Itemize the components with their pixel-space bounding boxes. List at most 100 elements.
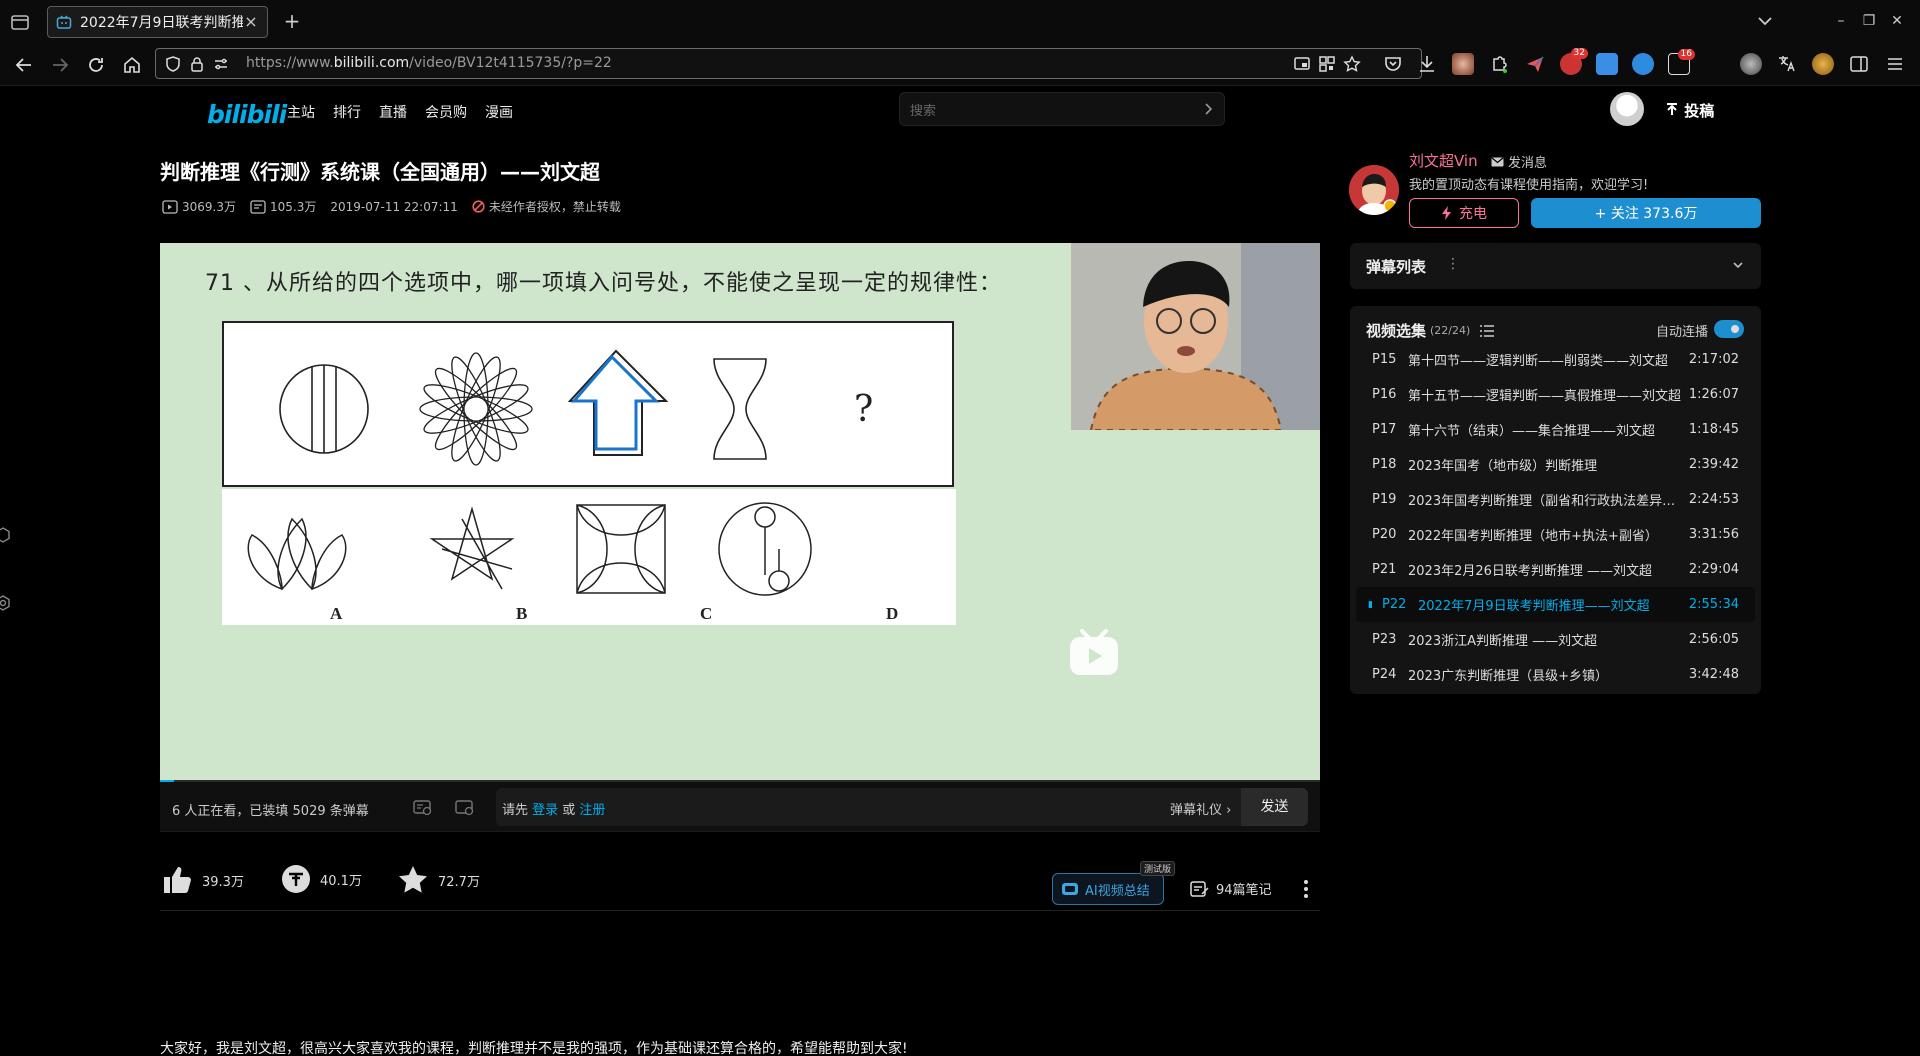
danmaku-list-panel[interactable]: 弹幕列表 ⋮	[1350, 243, 1761, 289]
nav-shop[interactable]: 会员购	[425, 102, 467, 122]
cube-icon[interactable]	[0, 526, 12, 544]
ai-summary-button[interactable]: AI视频总结	[1052, 873, 1164, 905]
more-icon[interactable]	[1303, 879, 1309, 899]
like-button[interactable]: 39.3万	[160, 863, 244, 897]
charge-button[interactable]: 充电	[1409, 198, 1519, 228]
episode-duration: 2:56:05	[1688, 632, 1739, 647]
shield-icon[interactable]	[164, 55, 182, 73]
follow-button[interactable]: + 关注 373.6万	[1531, 198, 1761, 228]
video-title: 判断推理《行测》系统课（全国通用）——刘文超	[160, 160, 600, 184]
favorite-button[interactable]: 72.7万	[396, 863, 480, 897]
login-prompt: 请先 登录 或 注册	[502, 803, 606, 818]
uploader-avatar[interactable]	[1349, 165, 1399, 215]
autoplay-toggle[interactable]	[1714, 320, 1744, 338]
notes-button[interactable]: 94篇笔记	[1190, 879, 1272, 898]
playlist-item[interactable]: P19 2023年国考判断推理（副省和行政执法差异题… 2:24:53	[1356, 482, 1755, 517]
playlist-item[interactable]: P21 2023年2月26日联考判断推理 ——刘文超 2:29:04	[1356, 552, 1755, 587]
chevron-down-icon[interactable]	[1731, 258, 1745, 272]
playlist-items: P15 第十四节——逻辑判断——削弱类——刘文超 2:17:02 P16 第十五节——逻…	[1350, 342, 1761, 692]
pocket-icon[interactable]	[1382, 53, 1404, 75]
playlist-item[interactable]: P18 2023年国考（地市级）判断推理 2:39:42	[1356, 447, 1755, 482]
bookmark-star-icon[interactable]	[1343, 55, 1361, 73]
picture-in-picture-icon[interactable]	[1293, 55, 1311, 73]
send-extension-icon[interactable]	[1524, 53, 1546, 75]
nav-live[interactable]: 直播	[379, 102, 407, 122]
forbidden-icon	[472, 200, 485, 213]
chevron-down-icon[interactable]	[1754, 10, 1776, 32]
translate-icon[interactable]	[1776, 53, 1798, 75]
danmaku-settings-icon[interactable]	[454, 797, 474, 817]
window-close-icon[interactable]: ✕	[1886, 10, 1908, 32]
coin-button[interactable]: 40.1万	[280, 863, 362, 895]
cookie-extension-icon[interactable]	[1812, 53, 1834, 75]
beta-badge: 测试版	[1140, 861, 1176, 876]
bilibili-logo[interactable]: bilibili	[207, 100, 287, 129]
adblock-extension-icon[interactable]: 32	[1560, 48, 1588, 75]
restore-icon[interactable]: ❐	[1858, 10, 1880, 32]
lock-icon[interactable]	[188, 55, 206, 73]
chevron-right-icon[interactable]	[1200, 101, 1216, 117]
episode-number: P17	[1372, 422, 1397, 437]
danmaku-input[interactable]: 请先 登录 或 注册 弹幕礼仪 › 发送	[496, 788, 1308, 826]
send-button[interactable]: 发送	[1241, 788, 1308, 826]
search-extension-icon[interactable]	[1596, 53, 1618, 75]
video-player[interactable]: 71 、从所给的四个选项中，哪一项填入问号处，不能使之呈现一定的规律性： ? A…	[160, 243, 1320, 780]
home-icon[interactable]	[120, 53, 144, 77]
nav-ranking[interactable]: 排行	[333, 102, 361, 122]
playlist-item[interactable]: P23 2023浙江A判断推理 ——刘文超 2:56:05	[1356, 622, 1755, 657]
playlist-item[interactable]: P20 2022年国考判断推理（地市+执法+副省） 3:31:56	[1356, 517, 1755, 552]
list-icon[interactable]	[1480, 324, 1495, 337]
hexagon-icon[interactable]	[0, 594, 12, 612]
search-input[interactable]	[910, 99, 1190, 121]
bilibili-page: bilibili 主站 排行 直播 会员购 漫画 投稿 判断推理《行测》系统课（…	[0, 86, 1920, 1056]
episode-title: 2023年国考（地市级）判断推理	[1408, 459, 1598, 474]
danmaku-etiquette-link[interactable]: 弹幕礼仪 ›	[1170, 799, 1231, 818]
new-tab-button[interactable]: +	[280, 10, 304, 34]
minimize-icon[interactable]: –	[1830, 10, 1852, 32]
lightning-icon	[1442, 206, 1451, 220]
back-icon[interactable]	[12, 53, 36, 77]
episode-title: 第十四节——逻辑判断——削弱类——刘文超	[1408, 354, 1669, 369]
playlist-item[interactable]: P15 第十四节——逻辑判断——削弱类——刘文超 2:17:02	[1356, 342, 1755, 377]
register-link[interactable]: 注册	[579, 803, 605, 818]
episode-title: 2022年国考判断推理（地市+执法+副省）	[1408, 529, 1658, 544]
browser-tab-active[interactable]: 2022年7月9日联考判断推 ×	[47, 6, 268, 38]
option-b-figure	[429, 506, 515, 590]
tab-list-icon[interactable]	[8, 10, 32, 34]
puzzle-extension-icon[interactable]	[1488, 53, 1510, 75]
publish-date: 2019-07-11 22:07:11	[330, 199, 458, 214]
danmaku-toggle-icon[interactable]	[412, 797, 432, 817]
profile-extension-icon[interactable]	[1452, 53, 1474, 75]
send-message-link[interactable]: 发消息	[1491, 152, 1547, 171]
menu-icon[interactable]	[1884, 53, 1906, 75]
pen-extension-icon[interactable]	[1632, 53, 1654, 75]
video-description: 大家好，我是刘文超，很高兴大家喜欢我的课程，判断推理并不是我的强项，作为基础课还…	[160, 1041, 908, 1056]
option-b-label: B	[516, 604, 527, 623]
playlist-item[interactable]: P24 2023广东判断推理（县级+乡镇） 3:42:48	[1356, 657, 1755, 692]
playlist-item[interactable]: P16 第十五节——逻辑判断——真假推理——刘文超 1:26:07	[1356, 377, 1755, 412]
episode-duration: 2:39:42	[1688, 457, 1739, 472]
qr-code-icon[interactable]	[1318, 55, 1336, 73]
upload-icon	[1667, 103, 1677, 115]
nav-manga[interactable]: 漫画	[485, 102, 513, 122]
danmaku-icon	[250, 199, 266, 214]
upload-button[interactable]: 投稿	[1665, 100, 1714, 121]
playlist-item[interactable]: ▮ P22 2022年7月9日联考判断推理——刘文超 2:55:34	[1356, 587, 1755, 622]
sidebar-icon[interactable]	[1848, 53, 1870, 75]
playlist-item[interactable]: P17 第十六节（结束）——集合推理——刘文超 1:18:45	[1356, 412, 1755, 447]
reload-icon[interactable]	[84, 53, 108, 77]
forward-icon[interactable]	[48, 53, 72, 77]
uploader-name[interactable]: 刘文超Vin	[1409, 150, 1478, 171]
record-extension-icon[interactable]: 16	[1668, 49, 1695, 75]
more-vertical-icon[interactable]: ⋮	[1446, 256, 1460, 272]
tab-close-icon[interactable]: ×	[243, 14, 259, 30]
nav-main[interactable]: 主站	[287, 102, 315, 122]
tab-title: 2022年7月9日联考判断推	[80, 15, 243, 31]
glasses-extension-icon[interactable]	[1740, 53, 1762, 75]
download-icon[interactable]	[1416, 53, 1438, 75]
address-bar[interactable]: https://www.bilibili.com/video/BV12t4115…	[155, 48, 1422, 79]
user-avatar[interactable]	[1610, 92, 1644, 126]
login-link[interactable]: 登录	[532, 803, 558, 818]
search-box	[899, 92, 1225, 126]
permissions-icon[interactable]	[212, 55, 230, 73]
